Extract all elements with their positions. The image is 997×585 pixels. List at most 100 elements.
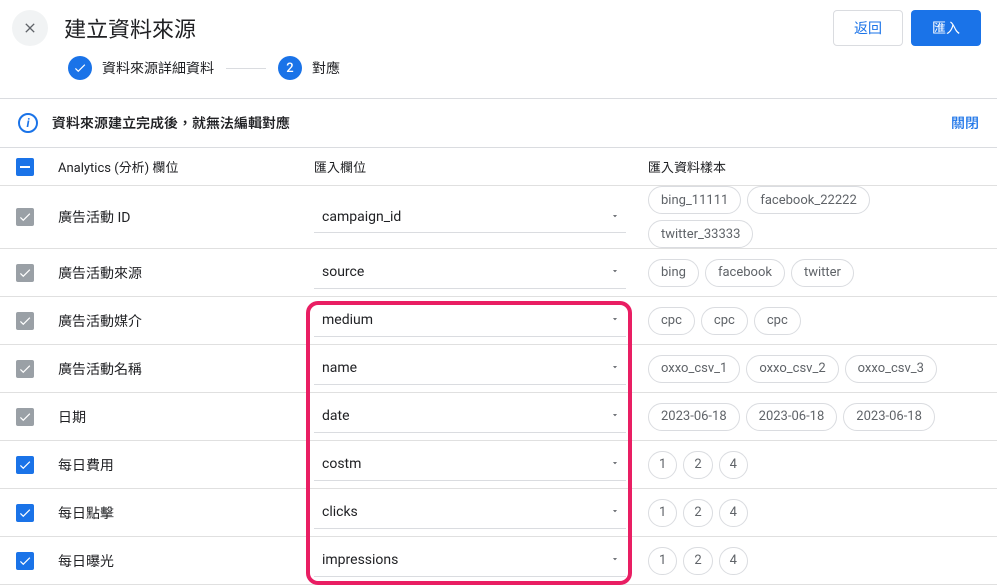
analytics-field-label: 廣告活動媒介	[58, 311, 306, 331]
chevron-down-icon	[610, 456, 620, 472]
col-header-analytics: Analytics (分析) 欄位	[58, 157, 306, 176]
analytics-field-label: 廣告活動名稱	[58, 359, 306, 379]
import-field-select[interactable]: name	[314, 353, 626, 385]
col-header-sample: 匯入資料樣本	[634, 157, 981, 176]
import-field-value: costm	[322, 456, 361, 472]
info-icon: i	[18, 113, 38, 133]
table-row: 廣告活動媒介mediumcpccpccpc	[0, 297, 997, 345]
row-checkbox[interactable]	[16, 552, 34, 570]
sample-chip: oxxo_csv_1	[648, 355, 740, 383]
table-row: 廣告活動來源 source bingfacebooktwitter	[0, 249, 997, 297]
table-row: 每日點擊 clicks 124	[0, 489, 997, 537]
col-header-import: 匯入欄位	[306, 157, 634, 176]
step-2[interactable]: 2 對應	[278, 56, 340, 80]
chevron-down-icon	[610, 504, 620, 520]
table-row: 每日費用 costm 124	[0, 441, 997, 489]
sample-chip: cpc	[701, 307, 748, 335]
sample-chip: oxxo_csv_2	[746, 355, 838, 383]
import-field-value: source	[322, 264, 364, 280]
close-button[interactable]	[12, 10, 48, 46]
analytics-field-label: 日期	[58, 407, 306, 427]
import-field-value: impressions	[322, 552, 398, 568]
import-field-select[interactable]: date	[314, 401, 626, 433]
mapping-table: Analytics (分析) 欄位 匯入欄位 匯入資料樣本 廣告活動 ID cam…	[0, 148, 997, 585]
import-field-value: medium	[322, 312, 373, 328]
import-button[interactable]: 匯入	[911, 10, 981, 46]
sample-chip: twitter	[791, 259, 854, 287]
import-field-select[interactable]: costm	[314, 449, 626, 481]
sample-chip: twitter_33333	[648, 220, 753, 248]
import-field-select[interactable]: campaign_id	[314, 201, 626, 233]
analytics-field-label: 廣告活動 ID	[58, 207, 306, 227]
chevron-down-icon	[610, 264, 620, 280]
analytics-field-label: 每日曝光	[58, 551, 306, 571]
table-row: 日期 date 2023-06-182023-06-182023-06-18	[0, 393, 997, 441]
step-1[interactable]: 資料來源詳細資料	[68, 56, 214, 80]
row-checkbox[interactable]	[16, 312, 34, 330]
sample-chip: cpc	[648, 307, 695, 335]
sample-chips: bingfacebooktwitter	[634, 259, 981, 287]
table-row: 每日曝光 impressions 124	[0, 537, 997, 585]
chevron-down-icon	[610, 408, 620, 424]
import-field-select[interactable]: medium	[314, 305, 626, 337]
sample-chips: 124	[634, 499, 981, 527]
import-field-select[interactable]: source	[314, 257, 626, 289]
row-checkbox[interactable]	[16, 264, 34, 282]
sample-chip: 4	[719, 547, 748, 575]
step-1-check-icon	[68, 56, 92, 80]
back-button[interactable]: 返回	[833, 10, 903, 46]
sample-chip: 1	[648, 451, 677, 479]
page-header: 建立資料來源 返回 匯入	[0, 0, 997, 56]
step-2-label: 對應	[312, 58, 340, 78]
chevron-down-icon	[610, 360, 620, 376]
import-field-value: date	[322, 408, 350, 424]
table-row: 廣告活動 IDcampaign_idbing_11111facebook_222…	[0, 186, 997, 249]
row-checkbox[interactable]	[16, 456, 34, 474]
sample-chip: cpc	[754, 307, 801, 335]
close-icon	[22, 20, 38, 36]
import-field-value: clicks	[322, 504, 358, 520]
stepper: 資料來源詳細資料 2 對應	[0, 56, 997, 98]
page-title: 建立資料來源	[64, 12, 817, 44]
row-checkbox[interactable]	[16, 360, 34, 378]
analytics-field-label: 每日點擊	[58, 503, 306, 523]
sample-chip: 2023-06-18	[746, 403, 838, 431]
sample-chips: 124	[634, 547, 981, 575]
row-checkbox[interactable]	[16, 208, 34, 226]
sample-chips: bing_11111facebook_22222 twitter_33333	[634, 186, 981, 248]
sample-chip: 4	[719, 451, 748, 479]
import-field-select[interactable]: impressions	[314, 545, 626, 577]
sample-chip: facebook	[705, 259, 785, 287]
step-2-number-icon: 2	[278, 56, 302, 80]
sample-chip: bing_11111	[648, 186, 741, 214]
step-connector	[226, 68, 266, 69]
sample-chip: 2023-06-18	[843, 403, 935, 431]
sample-chip: 2	[683, 499, 712, 527]
sample-chip: facebook_22222	[747, 186, 869, 214]
step-1-label: 資料來源詳細資料	[102, 58, 214, 78]
analytics-field-label: 每日費用	[58, 455, 306, 475]
header-actions: 返回 匯入	[833, 10, 981, 46]
sample-chip: 1	[648, 547, 677, 575]
row-checkbox[interactable]	[16, 504, 34, 522]
sample-chips: 124	[634, 451, 981, 479]
sample-chips: cpccpccpc	[634, 307, 981, 335]
table-row: 廣告活動名稱 name oxxo_csv_1oxxo_csv_2oxxo_csv_3	[0, 345, 997, 393]
sample-chip: 2	[683, 547, 712, 575]
sample-chips: 2023-06-182023-06-182023-06-18	[634, 403, 981, 431]
sample-chip: bing	[648, 259, 699, 287]
chevron-down-icon	[610, 312, 620, 328]
sample-chips: oxxo_csv_1oxxo_csv_2oxxo_csv_3	[634, 355, 981, 383]
analytics-field-label: 廣告活動來源	[58, 263, 306, 283]
sample-chip: 1	[648, 499, 677, 527]
sample-chip: 4	[719, 499, 748, 527]
select-all-checkbox[interactable]	[16, 158, 34, 176]
info-message: 資料來源建立完成後，就無法編輯對應	[52, 113, 937, 133]
import-field-value: name	[322, 360, 357, 376]
info-close-button[interactable]: 關閉	[951, 113, 979, 133]
sample-chip: 2	[683, 451, 712, 479]
mapping-table-wrap: Analytics (分析) 欄位 匯入欄位 匯入資料樣本 廣告活動 ID cam…	[0, 148, 997, 585]
row-checkbox[interactable]	[16, 408, 34, 426]
chevron-down-icon	[610, 209, 620, 225]
import-field-select[interactable]: clicks	[314, 497, 626, 529]
